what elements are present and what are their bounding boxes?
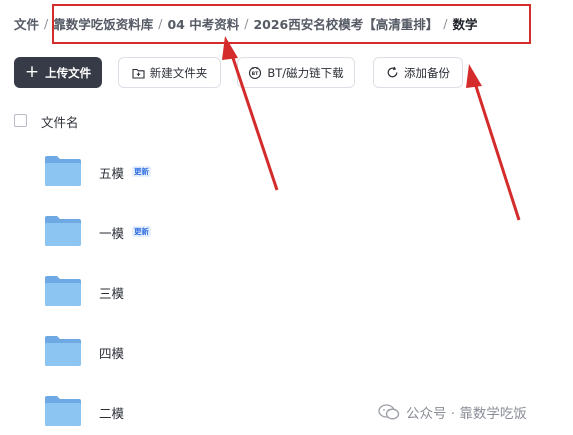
folder-row[interactable]: 一模 更新	[0, 208, 573, 258]
add-backup-label: 添加备份	[404, 65, 450, 80]
watermark: 公众号 · 靠数学吃饭	[378, 402, 527, 422]
bt-magnet-download-label: BT/磁力链下载	[267, 65, 344, 80]
folder-name[interactable]: 二模	[99, 403, 124, 422]
file-manager-page: 文件 / 靠数学吃饭资料库 / 04 中考资料 / 2026西安名校模考【高清重…	[0, 0, 573, 435]
folder-icon	[45, 276, 81, 306]
select-all-checkbox[interactable]	[14, 114, 27, 127]
bt-icon: BT	[248, 66, 262, 79]
bt-icon-text: BT	[252, 71, 260, 77]
folder-icon	[45, 336, 81, 366]
updated-badge: 更新	[132, 226, 151, 237]
folder-icon	[45, 156, 81, 186]
watermark-text: 公众号 · 靠数学吃饭	[406, 406, 527, 422]
folder-name[interactable]: 四模	[99, 343, 124, 362]
folder-row[interactable]: 五模 更新	[0, 148, 573, 198]
updated-badge: 更新	[132, 166, 151, 177]
breadcrumb-item-files[interactable]: 文件	[14, 14, 39, 33]
upload-button[interactable]: + 上传文件	[14, 57, 102, 88]
folder-row[interactable]: 四模	[0, 328, 573, 378]
wechat-icon	[378, 404, 400, 420]
refresh-icon	[386, 66, 399, 79]
plus-icon: +	[24, 62, 40, 82]
folder-name[interactable]: 五模	[99, 163, 124, 182]
folder-icon	[45, 216, 81, 246]
upload-button-label: 上传文件	[45, 65, 92, 80]
new-folder-icon	[132, 67, 145, 79]
bt-magnet-download-button[interactable]: BT BT/磁力链下载	[237, 57, 355, 88]
annotation-arrowhead-right	[466, 64, 482, 88]
add-backup-button[interactable]: 添加备份	[373, 57, 463, 88]
folder-name[interactable]: 一模	[99, 223, 124, 242]
new-folder-button[interactable]: 新建文件夹	[118, 57, 221, 88]
annotation-highlight-box	[52, 4, 531, 44]
new-folder-button-label: 新建文件夹	[149, 65, 208, 80]
column-header-filename[interactable]: 文件名	[41, 112, 79, 131]
folder-name[interactable]: 三模	[99, 283, 124, 302]
folder-row[interactable]: 三模	[0, 268, 573, 318]
breadcrumb-separator: /	[44, 15, 49, 31]
folder-icon	[45, 396, 81, 426]
